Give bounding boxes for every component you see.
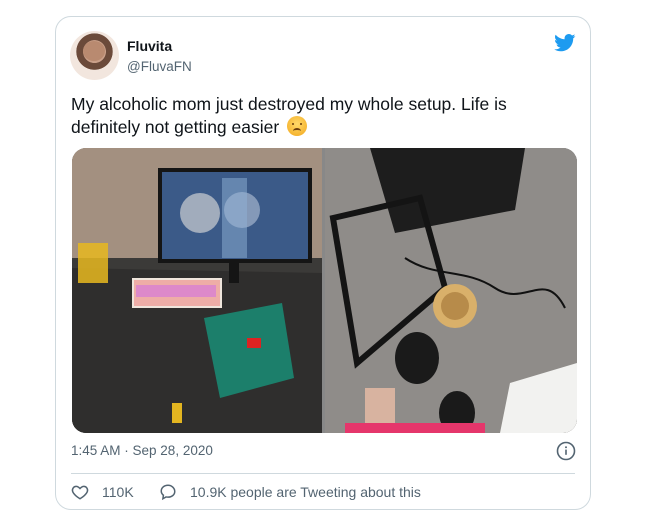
author-handle[interactable]: @FluvaFN bbox=[127, 59, 192, 74]
like-button[interactable]: 110K bbox=[71, 483, 134, 501]
heart-icon bbox=[71, 485, 89, 500]
divider bbox=[71, 473, 575, 474]
tweet-timestamp[interactable]: 1:45 AM · Sep 28, 2020 bbox=[71, 443, 213, 458]
tweet-card[interactable]: Fluvita @FluvaFN My alcoholic mom just d… bbox=[55, 16, 591, 510]
photo-desk-setup[interactable] bbox=[72, 148, 322, 433]
author-name[interactable]: Fluvita bbox=[127, 38, 172, 54]
photo-damaged-pc[interactable] bbox=[325, 148, 577, 433]
like-count: 110K bbox=[102, 484, 134, 500]
twitter-bird-icon[interactable] bbox=[554, 34, 576, 52]
damaged-pc-image bbox=[325, 148, 577, 433]
tweet-media[interactable] bbox=[72, 148, 577, 433]
info-icon[interactable] bbox=[556, 441, 576, 461]
speech-bubble-icon bbox=[160, 484, 176, 501]
tweet-text: My alcoholic mom just destroyed my whole… bbox=[71, 93, 571, 139]
conversation-text: 10.9K people are Tweeting about this bbox=[190, 484, 421, 500]
disappointed-face-emoji-icon bbox=[287, 116, 308, 136]
author-avatar[interactable] bbox=[70, 31, 119, 80]
desk-setup-image bbox=[72, 148, 322, 433]
conversation-link[interactable]: 10.9K people are Tweeting about this bbox=[159, 483, 421, 501]
